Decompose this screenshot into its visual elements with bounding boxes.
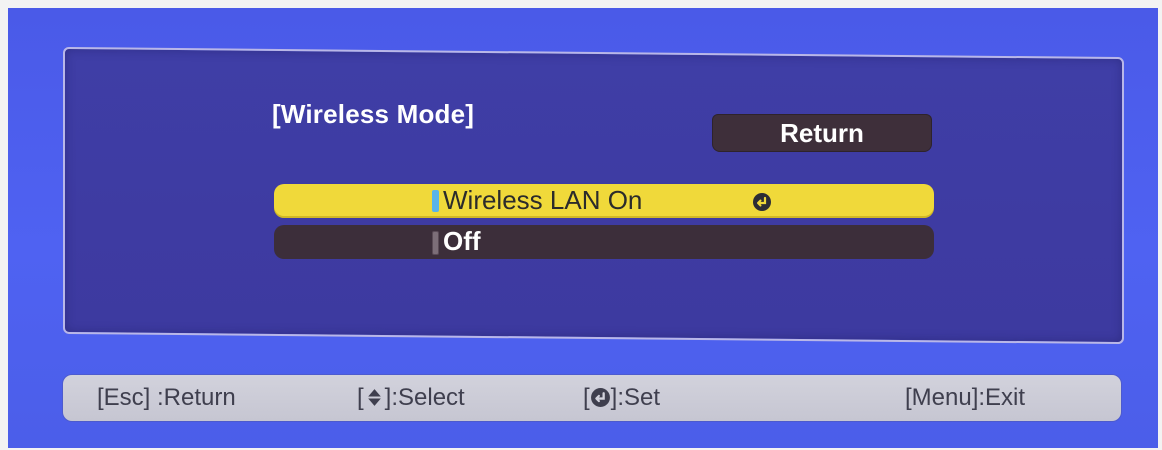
up-down-arrow-icon: [367, 389, 381, 406]
esc-action-label: :Return: [157, 384, 236, 411]
panel-title: [Wireless Mode]: [272, 99, 475, 129]
enter-icon: [753, 193, 771, 211]
set-label: ]:Set: [610, 384, 661, 411]
set-open-bracket: [: [583, 384, 590, 411]
help-esc-return: [Esc] :Return: [97, 384, 236, 412]
help-set: [ ]:Set: [583, 384, 660, 412]
help-bar: [Esc] :Return [ ]:Select [ ]:Set [Menu]:…: [63, 375, 1121, 421]
selection-marker: [432, 190, 439, 212]
return-button[interactable]: Return: [712, 114, 932, 152]
help-menu-exit: [Menu]:Exit: [905, 384, 1026, 411]
projector-screen: [Wireless Mode] Return Wireless LAN On O…: [8, 8, 1158, 448]
selection-marker: [432, 231, 439, 255]
enter-icon: [590, 388, 610, 407]
option-off[interactable]: Off: [274, 225, 934, 259]
help-select: [ ]:Select: [357, 384, 465, 412]
option-wireless-lan-on[interactable]: Wireless LAN On: [274, 184, 934, 218]
select-open-bracket: [: [357, 384, 364, 411]
option-label: Wireless LAN On: [443, 185, 643, 215]
option-label: Off: [443, 226, 481, 256]
esc-key-label: [Esc]: [97, 384, 151, 411]
select-label: ]:Select: [384, 384, 465, 411]
